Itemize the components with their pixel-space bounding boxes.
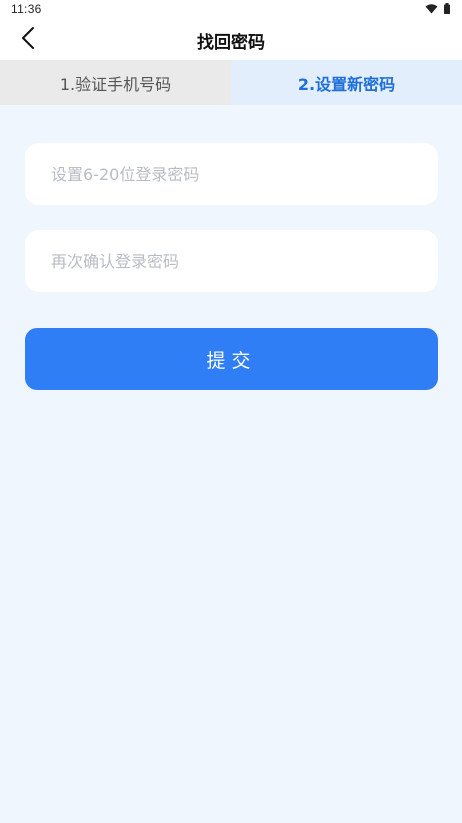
new-password-field[interactable] <box>25 143 438 205</box>
wifi-icon <box>425 3 438 17</box>
page-title: 找回密码 <box>197 33 265 53</box>
status-bar: 11:36 <box>0 0 462 18</box>
confirm-password-field[interactable] <box>25 230 438 292</box>
new-password-input[interactable] <box>49 163 414 185</box>
status-icons <box>425 3 450 17</box>
status-time: 11:36 <box>11 2 42 16</box>
step-indicator: 1.验证手机号码 2.设置新密码 <box>0 60 462 105</box>
step-set-password[interactable]: 2.设置新密码 <box>231 60 462 105</box>
battery-icon <box>444 3 450 17</box>
submit-button[interactable]: 提交 <box>25 328 438 390</box>
header: 找回密码 <box>0 18 462 60</box>
step-verify-phone[interactable]: 1.验证手机号码 <box>0 60 231 105</box>
confirm-password-input[interactable] <box>49 250 414 272</box>
